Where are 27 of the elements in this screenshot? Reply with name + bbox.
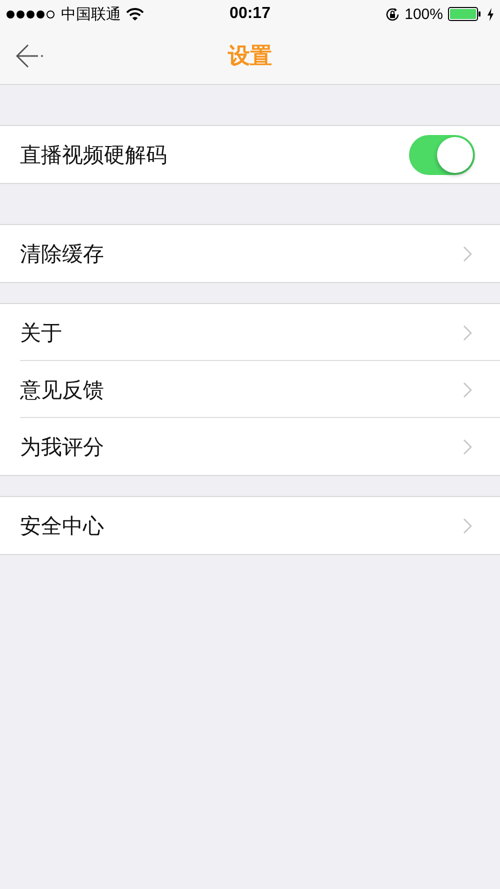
chevron-icon [463,438,472,454]
chevron-icon [463,382,472,398]
settings-row[interactable]: 清除缓存 [0,225,500,282]
back-button[interactable] [15,44,45,68]
chevron-icon [463,246,472,262]
setting-label: 关于 [20,320,62,346]
setting-label: 安全中心 [20,514,104,540]
setting-label: 清除缓存 [20,242,104,268]
rotation-lock-icon [384,6,400,22]
setting-label: 直播视频硬解码 [20,142,167,168]
toggle-switch[interactable] [409,134,475,174]
battery-percent: 100% [404,6,443,22]
battery-icon [448,7,482,21]
chevron-icon [463,324,472,340]
wifi-icon [126,8,144,20]
settings-row[interactable]: 关于 [0,304,500,361]
clock-time: 00:17 [230,5,270,23]
setting-label: 为我评分 [20,434,104,460]
setting-label: 意见反馈 [20,378,104,404]
chevron-icon [463,518,472,534]
carrier-name: 中国联通 [61,4,121,24]
charging-icon [487,8,494,20]
signal-icon [6,10,56,18]
page-title: 设置 [228,42,272,70]
settings-row[interactable]: 为我评分 [0,418,500,475]
settings-row[interactable]: 意见反馈 [0,361,500,418]
settings-row[interactable]: 安全中心 [0,497,500,554]
